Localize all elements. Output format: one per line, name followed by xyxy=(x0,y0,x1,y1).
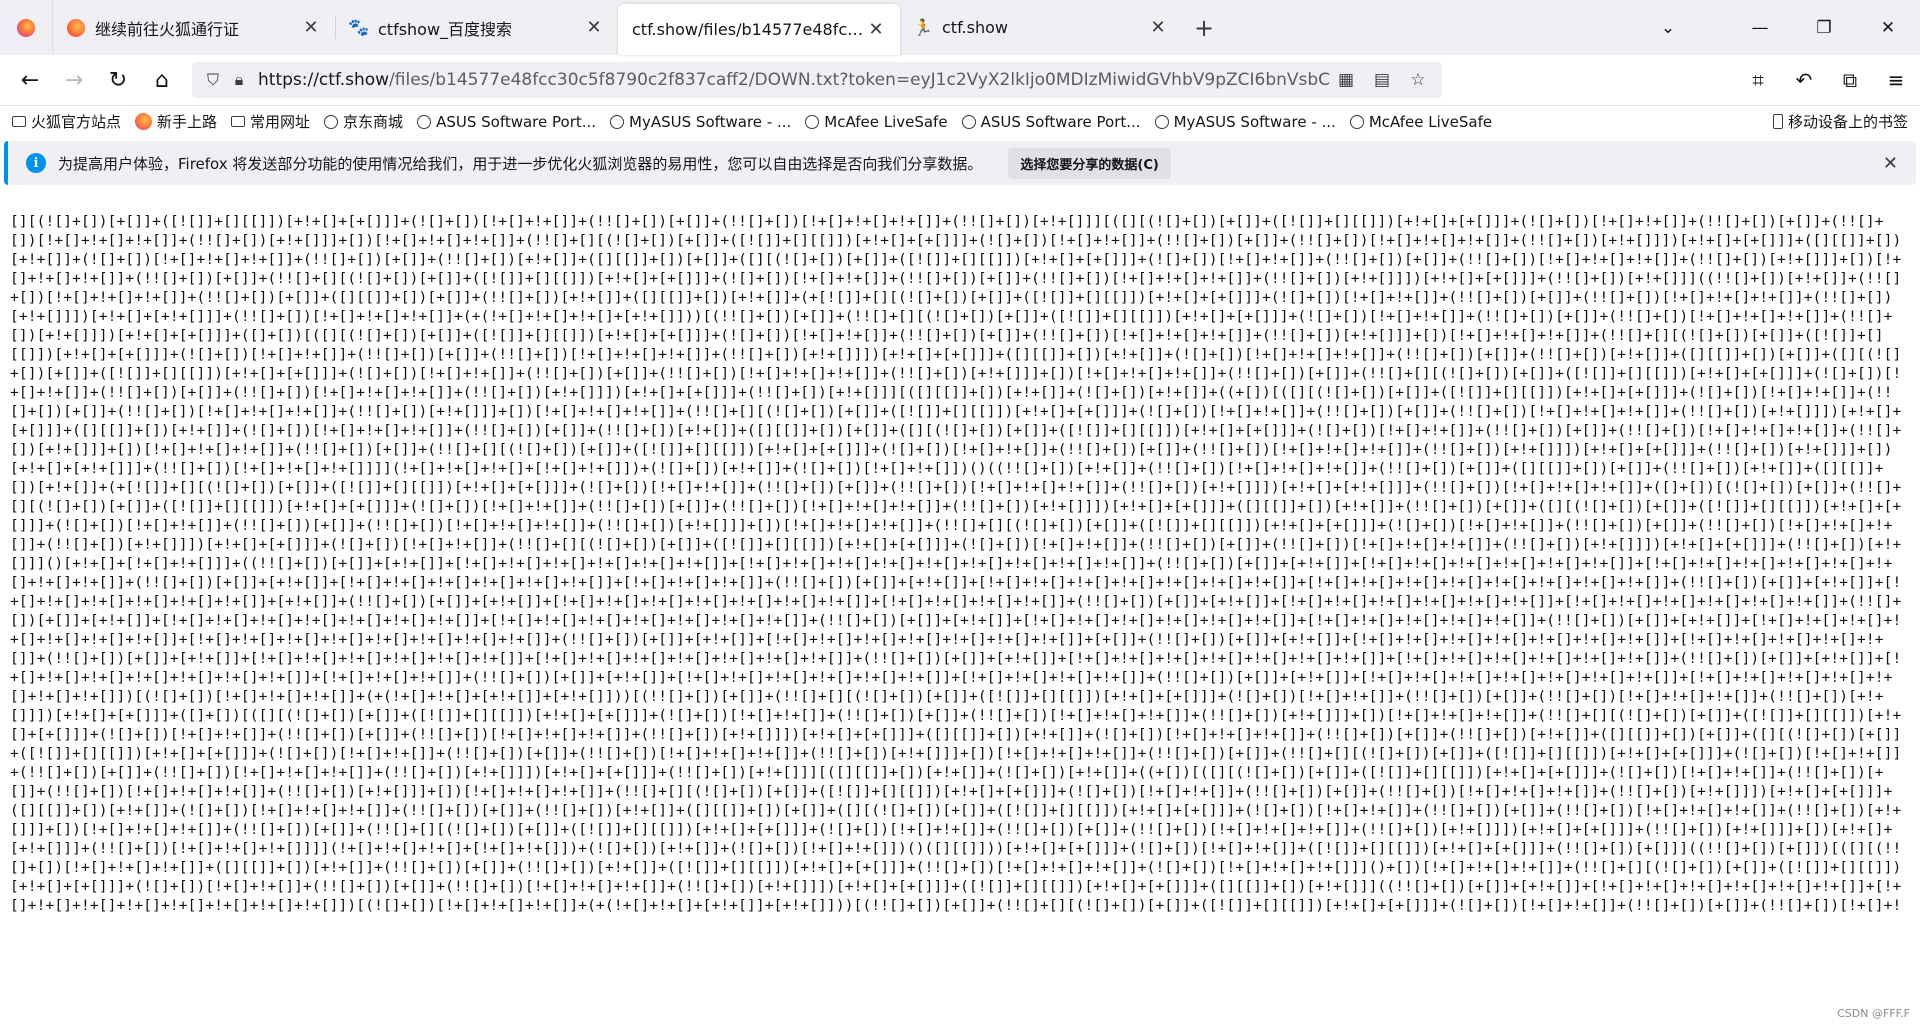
reload-button[interactable]: ↻ xyxy=(100,62,136,98)
firefox-icon xyxy=(17,18,35,37)
bookmark-item[interactable]: MyASUS Software - ... xyxy=(610,113,791,131)
data-sharing-notification: i 为提高用户体验，Firefox 将发送部分功能的使用情况给我们，用于进一步优… xyxy=(4,141,1916,185)
notification-message: 为提高用户体验，Firefox 将发送部分功能的使用情况给我们，用于进一步优化火… xyxy=(58,154,983,173)
globe-icon xyxy=(610,114,625,129)
url-text[interactable]: https://ctf.show/files/b14577e48fcc30c5f… xyxy=(258,70,1330,90)
bookmark-label: McAfee LiveSafe xyxy=(824,112,948,131)
close-window-button[interactable]: ✕ xyxy=(1856,0,1920,55)
tab-title: ctf.show/files/b14577e48fcc30c5f xyxy=(632,20,866,39)
firefox-icon xyxy=(135,113,153,130)
tab-baidu-search[interactable]: 🐾 ctfshow_百度搜索 ✕ xyxy=(336,0,618,55)
bookmark-item[interactable]: 火狐官方站点 xyxy=(12,111,121,132)
globe-icon xyxy=(805,114,820,129)
bookmark-item[interactable]: 京东商城 xyxy=(324,111,403,132)
mobile-bookmarks-folder[interactable]: 移动设备上的书签 xyxy=(1772,111,1908,132)
restore-button[interactable]: ❐ xyxy=(1792,0,1856,55)
bookmark-label: MyASUS Software - ... xyxy=(1173,112,1336,131)
tab-close-icon[interactable]: ✕ xyxy=(1148,17,1168,38)
forward-button[interactable]: → xyxy=(56,62,92,98)
bookmark-item[interactable]: McAfee LiveSafe xyxy=(805,112,948,131)
bookmark-label: 新手上路 xyxy=(157,113,218,131)
url-host: https://ctf.show xyxy=(258,70,390,90)
globe-icon xyxy=(1349,114,1364,129)
choose-data-button[interactable]: 选择您要分享的数据(C) xyxy=(1008,147,1171,179)
tab-title: ctf.show xyxy=(942,18,1008,37)
list-all-tabs-button[interactable]: ⌄ xyxy=(1636,0,1700,55)
bookmark-label: McAfee LiveSafe xyxy=(1368,112,1493,131)
tab-close-icon[interactable]: ✕ xyxy=(866,19,886,40)
baidu-paw-icon: 🐾 xyxy=(348,17,370,38)
bookmark-star-icon[interactable]: ☆ xyxy=(1402,70,1434,90)
lock-icon[interactable]: 🔒︎ xyxy=(226,70,252,90)
firefox-view-button[interactable] xyxy=(0,0,53,55)
globe-icon xyxy=(324,114,339,129)
tab-close-icon[interactable]: ✕ xyxy=(584,17,604,38)
back-button[interactable]: ← xyxy=(12,62,48,98)
bookmark-item[interactable]: ASUS Software Port... xyxy=(961,112,1141,131)
ctfshow-runner-icon: 🏃 xyxy=(913,18,933,37)
globe-icon xyxy=(417,114,432,129)
bookmark-label: ASUS Software Port... xyxy=(980,112,1141,131)
globe-icon xyxy=(961,114,976,129)
info-icon: i xyxy=(26,153,46,173)
bookmark-label: 移动设备上的书签 xyxy=(1787,113,1908,131)
folder-icon xyxy=(231,116,246,127)
home-button[interactable]: ⌂ xyxy=(144,62,180,98)
firefox-icon xyxy=(67,18,85,37)
tab-title: ctfshow_百度搜索 xyxy=(378,19,513,39)
tab-ctfshow-file[interactable]: ctf.show/files/b14577e48fcc30c5f ✕ xyxy=(618,4,900,55)
url-bar[interactable]: ⛉ 🔒︎ https://ctf.show/files/b14577e48fcc… xyxy=(192,62,1442,98)
url-path: /files/b14577e48fcc30c5f8790c2f837caff2/… xyxy=(389,70,1330,90)
watermark: CSDN @FFF.F xyxy=(1837,1007,1910,1020)
mobile-phone-icon xyxy=(1772,114,1783,129)
screenshot-icon[interactable]: ⌗ xyxy=(1740,62,1776,98)
bookmark-label: MyASUS Software - ... xyxy=(629,112,792,131)
bookmarks-toolbar: 火狐官方站点 新手上路 常用网址 京东商城 ASUS Software Port… xyxy=(0,106,1920,137)
qr-code-icon[interactable]: ▦ xyxy=(1330,70,1362,90)
bookmark-item[interactable]: 新手上路 xyxy=(135,111,217,132)
bookmark-label: 常用网址 xyxy=(250,113,311,131)
navigation-bar: ← → ↻ ⌂ ⛉ 🔒︎ https://ctf.show/files/b145… xyxy=(0,55,1920,106)
bookmark-label: ASUS Software Port... xyxy=(436,112,597,131)
bookmark-item[interactable]: MyASUS Software - ... xyxy=(1154,112,1336,131)
tab-ctfshow[interactable]: 🏃 ctf.show ✕ xyxy=(900,0,1182,55)
bookmark-item[interactable]: ASUS Software Port... xyxy=(417,113,596,131)
bookmark-label: 京东商城 xyxy=(343,113,404,131)
folder-icon xyxy=(12,116,26,127)
extensions-icon[interactable]: ⧉ xyxy=(1832,62,1868,98)
page-text-content: [][(![]+[])[+[]]+([![]]+[][[]])[+!+[]+[+… xyxy=(10,214,1902,913)
close-notification-icon[interactable]: ✕ xyxy=(1883,153,1898,174)
bookmark-item[interactable]: McAfee LiveSafe xyxy=(1349,112,1493,131)
undo-close-tab-icon[interactable]: ↶ xyxy=(1786,62,1822,98)
bookmark-label: 火狐官方站点 xyxy=(31,113,122,131)
tab-title: 继续前往火狐通行证 xyxy=(95,19,240,39)
tab-firefox-account[interactable]: 继续前往火狐通行证 ✕ xyxy=(53,0,335,55)
new-tab-button[interactable]: + xyxy=(1182,0,1226,55)
tab-strip-spacer xyxy=(1226,0,1636,55)
tab-close-icon[interactable]: ✕ xyxy=(301,17,321,38)
tab-strip: 继续前往火狐通行证 ✕ 🐾 ctfshow_百度搜索 ✕ ctf.show/fi… xyxy=(0,0,1920,55)
globe-icon xyxy=(1154,114,1169,129)
hamburger-menu-icon[interactable]: ≡ xyxy=(1878,62,1914,98)
reader-view-icon[interactable]: ▤ xyxy=(1366,70,1398,90)
minimize-button[interactable]: — xyxy=(1728,0,1792,55)
tracking-protection-shield-icon[interactable]: ⛉ xyxy=(200,70,226,90)
bookmark-item[interactable]: 常用网址 xyxy=(231,111,310,132)
